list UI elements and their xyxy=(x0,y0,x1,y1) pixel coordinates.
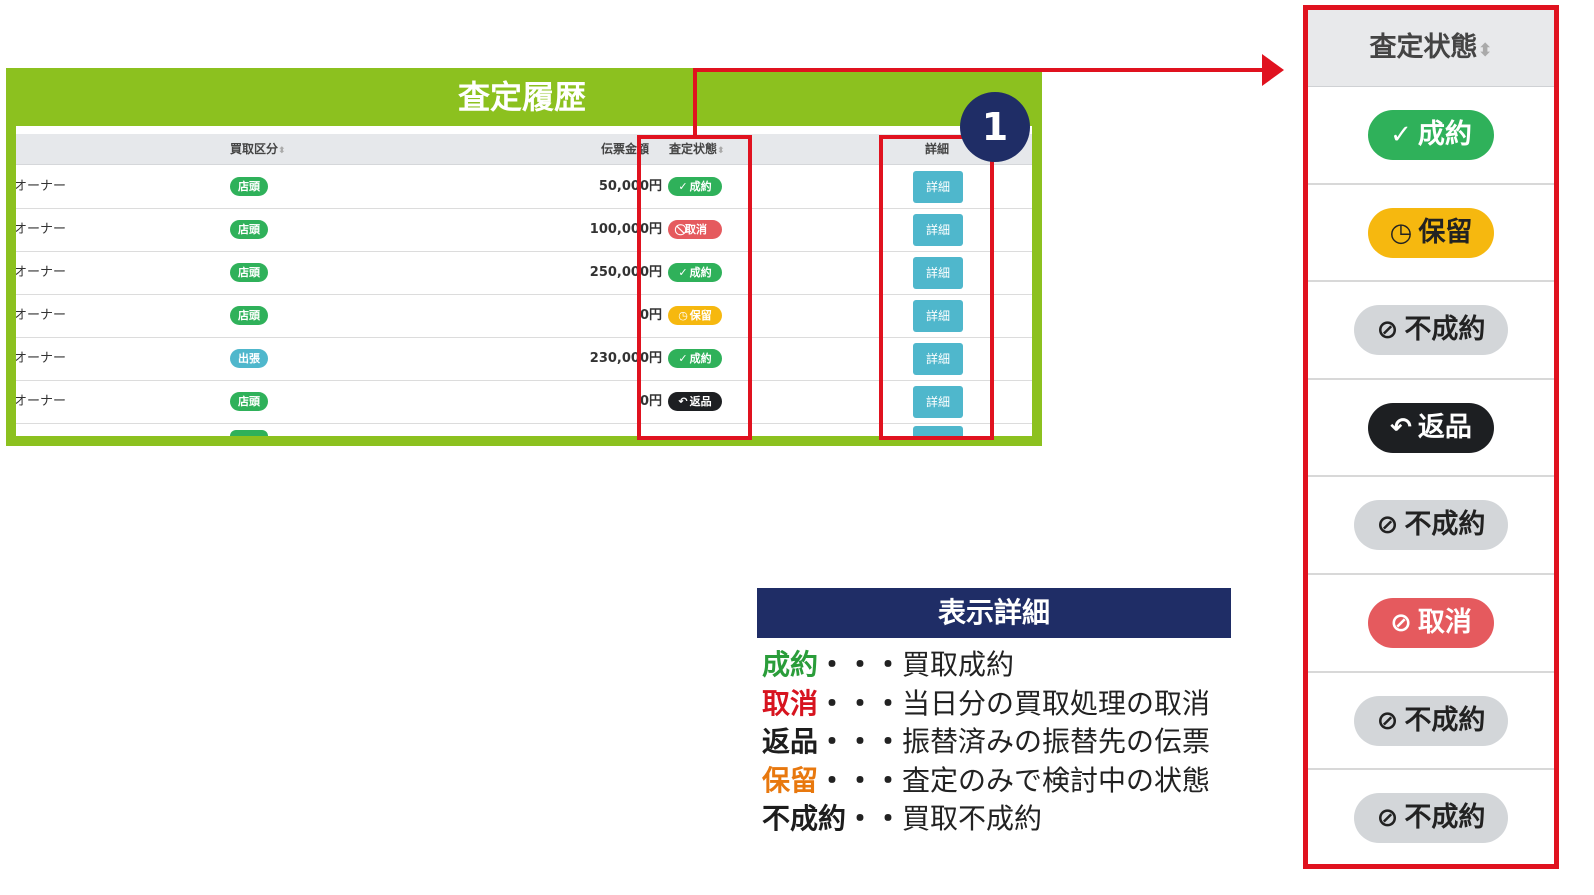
zoom-status-row: ⊘ 取消 xyxy=(1308,575,1554,673)
legend-term: 取消 xyxy=(762,686,819,720)
legend-description: 買取不成約 xyxy=(902,802,1043,835)
zoom-status-row: ⊘ 不成約 xyxy=(1308,673,1554,771)
legend-list: 成約・・・買取成約 取消・・・当日分の買取処理の取消 返品・・・振替済みの振替先の伝… xyxy=(762,646,1210,839)
partial-kubun-badge xyxy=(230,430,268,436)
zoom-status-row: ↶ 返品 xyxy=(1308,380,1554,478)
legend-dots: ・・・ xyxy=(818,763,903,797)
status-icon: ✓ xyxy=(1390,120,1412,150)
owner-cell: オーナー xyxy=(16,179,67,194)
zoom-column-header-label: 査定状態 xyxy=(1369,32,1478,63)
legend-dots: ・・・ xyxy=(818,686,903,720)
arrow-right-icon xyxy=(1262,54,1284,86)
sort-icon: ⬍ xyxy=(1477,40,1493,61)
kubun-badge: 店頭 xyxy=(230,220,268,239)
status-label: 取消 xyxy=(1417,607,1472,638)
status-badge: ⊘ 不成約 xyxy=(1354,695,1508,746)
status-badge: ⊘ 不成約 xyxy=(1354,500,1508,551)
status-badge: ⊘ 取消 xyxy=(1368,598,1494,648)
legend-item: 不成約・・買取不成約 xyxy=(762,800,1210,839)
kubun-badge: 店頭 xyxy=(230,177,268,196)
legend-term: 成約 xyxy=(762,648,819,681)
legend-item: 成約・・・買取成約 xyxy=(762,646,1210,685)
panel-title: 査定履歴 xyxy=(457,78,586,116)
status-label: 不成約 xyxy=(1404,802,1486,834)
legend-description: 買取成約 xyxy=(902,648,1015,681)
status-label: 不成約 xyxy=(1404,509,1486,541)
status-label: 不成約 xyxy=(1404,314,1486,346)
status-icon: ⊘ xyxy=(1376,315,1399,346)
status-label: 不成約 xyxy=(1404,704,1486,736)
legend-dots: ・・ xyxy=(846,802,903,835)
status-badge: ⊘ 不成約 xyxy=(1354,305,1508,356)
zoom-column-header[interactable]: 査定状態⬍ xyxy=(1308,10,1554,87)
kubun-badge: 出張 xyxy=(230,349,268,368)
legend-item: 取消・・・当日分の買取処理の取消 xyxy=(762,685,1210,724)
callout-number-badge: 1 xyxy=(960,92,1030,162)
status-label: 保留 xyxy=(1418,216,1473,248)
legend-item: 保留・・・査定のみで検討中の状態 xyxy=(762,762,1210,801)
kubun-badge: 店頭 xyxy=(230,306,268,325)
status-icon: ⊘ xyxy=(1376,510,1399,541)
status-label: 返品 xyxy=(1417,411,1472,443)
owner-cell: オーナー xyxy=(16,308,67,323)
owner-cell: オーナー xyxy=(16,394,67,409)
legend-term: 保留 xyxy=(762,763,819,797)
status-badge: ⊘ 不成約 xyxy=(1354,793,1508,844)
legend-description: 査定のみで検討中の状態 xyxy=(902,763,1211,797)
status-column-highlight xyxy=(637,135,752,440)
status-badge: ✓ 成約 xyxy=(1368,110,1494,160)
legend-term: 返品 xyxy=(762,725,819,758)
legend-item: 返品・・・振替済みの振替先の伝票 xyxy=(762,723,1210,762)
legend-dots: ・・・ xyxy=(818,648,903,681)
owner-cell: オーナー xyxy=(16,351,67,366)
zoom-status-row: ⊘ 不成約 xyxy=(1308,477,1554,575)
status-badge: ◷ 保留 xyxy=(1368,207,1494,258)
status-icon: ⊘ xyxy=(1390,608,1412,638)
status-badge: ↶ 返品 xyxy=(1368,402,1494,453)
owner-cell: オーナー xyxy=(16,265,67,280)
status-icon: ⊘ xyxy=(1376,705,1399,736)
zoom-status-row: ✓ 成約 xyxy=(1308,87,1554,185)
sort-icon: ⬍ xyxy=(278,146,286,156)
connector-line-vertical xyxy=(693,68,697,138)
status-zoom-panel: 査定状態⬍ ✓ 成約 ◷ 保留 ⊘ 不成約 ↶ 返品 ⊘ 不成約 ⊘ 取消 ⊘ 不成約 ⊘ 不成約 xyxy=(1303,5,1559,869)
status-icon: ⊘ xyxy=(1376,803,1399,834)
zoom-status-row: ◷ 保留 xyxy=(1308,185,1554,283)
legend-description: 当日分の買取処理の取消 xyxy=(902,686,1211,720)
status-label: 成約 xyxy=(1417,119,1472,150)
column-header-kubun[interactable]: 買取区分⬍ xyxy=(230,134,286,164)
legend-description: 振替済みの振替先の伝票 xyxy=(902,725,1211,758)
zoom-status-row: ⊘ 不成約 xyxy=(1308,770,1554,864)
owner-cell: オーナー xyxy=(16,222,67,237)
legend-term: 不成約 xyxy=(762,802,847,835)
kubun-badge: 店頭 xyxy=(230,263,268,282)
legend-title: 表示詳細 xyxy=(757,588,1231,638)
zoom-status-row: ⊘ 不成約 xyxy=(1308,282,1554,380)
detail-column-highlight xyxy=(879,135,994,440)
kubun-badge: 店頭 xyxy=(230,392,268,411)
status-icon: ↶ xyxy=(1390,412,1412,443)
status-icon: ◷ xyxy=(1389,217,1413,248)
column-header-kubun-label: 買取区分 xyxy=(230,142,279,156)
connector-line-horizontal xyxy=(693,68,1263,72)
legend-dots: ・・・ xyxy=(818,725,903,758)
